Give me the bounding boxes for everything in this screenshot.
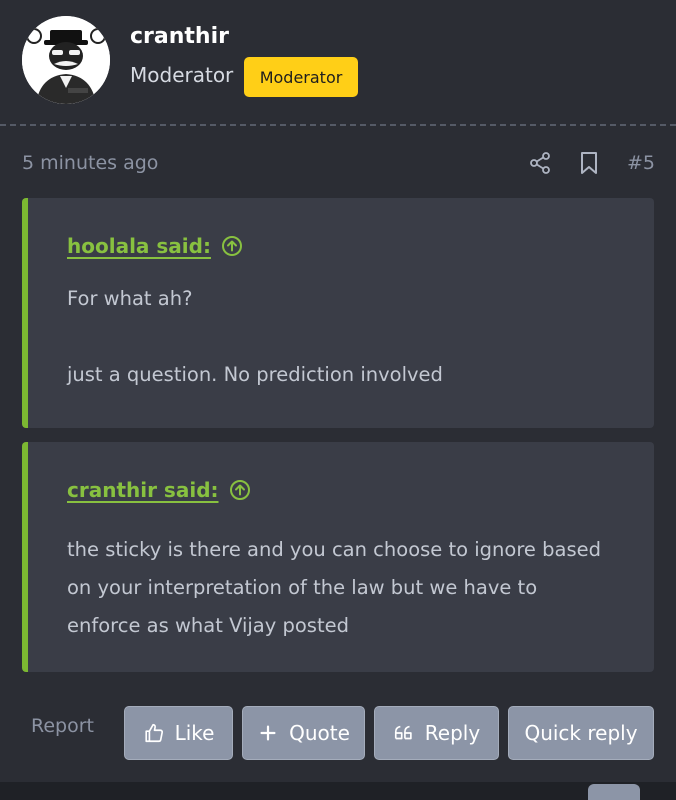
quick-reply-label: Quick reply bbox=[524, 721, 638, 745]
quote-label: Quote bbox=[289, 721, 350, 745]
quote-attribution[interactable]: hoolala said: bbox=[67, 234, 243, 258]
reply-label: Reply bbox=[424, 721, 481, 745]
quote-author[interactable]: cranthir said: bbox=[67, 478, 219, 502]
username[interactable]: cranthir bbox=[130, 24, 229, 49]
reply-button[interactable]: Reply bbox=[374, 706, 499, 760]
moderator-badge: Moderator bbox=[244, 57, 358, 97]
avatar-image bbox=[22, 16, 110, 104]
quote-text-line: just a question. No prediction involved bbox=[67, 363, 443, 386]
plus-icon bbox=[260, 725, 276, 741]
thumbs-up-icon bbox=[144, 723, 163, 743]
quote-attribution[interactable]: cranthir said: bbox=[67, 478, 251, 502]
post-timestamp[interactable]: 5 minutes ago bbox=[22, 152, 158, 174]
quote-text-line: on your interpretation of the law but we… bbox=[67, 576, 538, 599]
quick-reply-button[interactable]: Quick reply bbox=[508, 706, 654, 760]
post-number[interactable]: #5 bbox=[627, 152, 655, 174]
bottom-bar bbox=[0, 782, 676, 800]
like-button[interactable]: Like bbox=[124, 706, 233, 760]
quote-text-line: For what ah? bbox=[67, 287, 193, 310]
quote-author[interactable]: hoolala said: bbox=[67, 234, 211, 258]
avatar[interactable] bbox=[22, 16, 110, 104]
scroll-to-top-tab[interactable] bbox=[588, 784, 640, 800]
arrow-up-circle-icon[interactable] bbox=[229, 479, 251, 501]
arrow-up-circle-icon[interactable] bbox=[221, 235, 243, 257]
post: cranthir Moderator Moderator 5 minutes a… bbox=[0, 0, 676, 782]
report-link[interactable]: Report bbox=[31, 715, 94, 737]
share-icon[interactable] bbox=[528, 151, 552, 175]
divider bbox=[0, 124, 676, 126]
bookmark-icon[interactable] bbox=[578, 151, 600, 175]
quote-text-line: the sticky is there and you can choose t… bbox=[67, 538, 601, 561]
user-title: Moderator bbox=[130, 63, 234, 87]
quote-text: the sticky is there and you can choose t… bbox=[67, 531, 642, 645]
quote-block: hoolala said: For what ah? just a questi… bbox=[22, 198, 654, 428]
quote-text-line: enforce as what Vijay posted bbox=[67, 614, 349, 637]
like-label: Like bbox=[174, 721, 215, 745]
quote-button[interactable]: Quote bbox=[242, 706, 365, 760]
quote-block: cranthir said: the sticky is there and y… bbox=[22, 442, 654, 672]
quote-marks-icon bbox=[394, 725, 412, 740]
